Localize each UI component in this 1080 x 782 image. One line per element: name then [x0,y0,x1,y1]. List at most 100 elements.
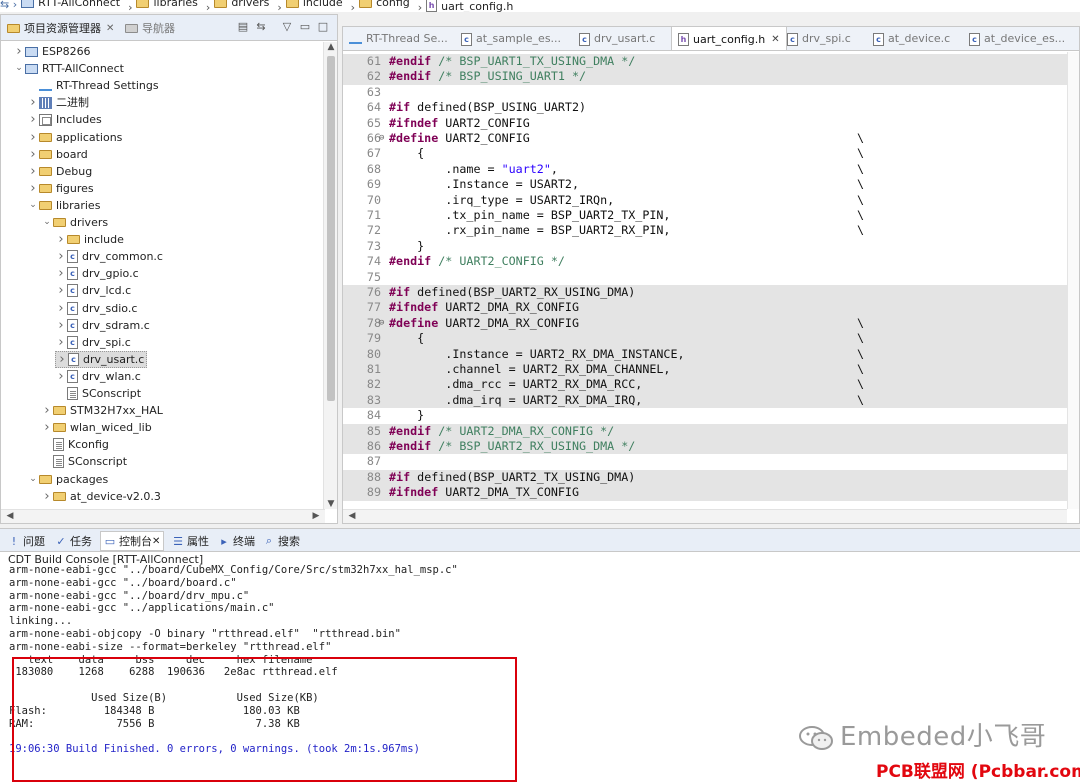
bottom-tab[interactable]: ! 问题 [8,533,45,549]
code-line: 61 #endif /* BSP_UART1_TX_USING_DMA */ [343,54,1067,70]
close-icon[interactable]: ✕ [771,28,779,51]
chevron-right-icon[interactable]: › [55,282,67,299]
link-with-editor-icon[interactable]: ⇆ [253,20,269,34]
collapse-all-icon[interactable]: ▤ [235,20,251,34]
bottom-tab[interactable]: ✓ 任务 [55,533,92,549]
chevron-right-icon[interactable]: › [55,265,67,282]
chevron-right-icon[interactable]: › [55,300,67,317]
bottom-tab[interactable]: ▸ 终端 [218,533,255,549]
minimize-icon[interactable]: ▭ [297,20,313,34]
breadcrumb-item[interactable]: h uart_config.h [426,0,513,12]
editor-tab[interactable]: RT-Thread Se... [343,27,454,50]
chevron-right-icon[interactable]: › [27,180,39,197]
editor-tab[interactable]: h uart_config.h ✕ [671,27,787,51]
line-number: 84 [366,408,381,423]
tree-item[interactable]: › c drv_gpio.c [55,265,138,282]
tree-item[interactable]: › figures [27,180,93,197]
chevron-down-icon[interactable]: ⌄ [27,471,39,488]
editor-tab[interactable]: c at_sample_es... [455,27,567,50]
chevron-down-icon[interactable]: ⌄ [41,214,53,231]
view-menu-icon[interactable]: ▽ [279,20,295,34]
scroll-left-icon[interactable]: ◀ [345,511,359,521]
scroll-right-icon[interactable]: ▶ [309,511,323,521]
chevron-right-icon[interactable]: › [55,334,67,351]
chevron-right-icon[interactable]: › [27,163,39,180]
code-token: defined(BSP_USING_UART2) [410,100,587,115]
bottom-tab[interactable]: ▭ 控制台 ✕ [100,531,165,551]
scroll-up-icon[interactable]: ▲ [324,42,338,52]
tree-item[interactable]: › at_device-v2.0.3 [41,488,160,505]
tree-item[interactable]: › c drv_wlan.c [55,368,140,385]
breadcrumb-item[interactable]: RTT-AllConnect [21,0,120,8]
fold-toggle-icon[interactable]: ⊖ [379,131,384,146]
chevron-right-icon[interactable]: › [55,231,67,248]
tree-item[interactable]: ⌄ drivers [41,214,108,231]
chevron-right-icon[interactable]: › [27,129,39,146]
editor-tab[interactable]: c at_device_es... [963,27,1071,50]
chevron-right-icon[interactable]: › [41,488,53,505]
editor-tab[interactable]: c drv_usart.c [573,27,661,50]
chevron-right-icon[interactable]: › [27,94,39,111]
tree-item[interactable]: SConscript [55,385,141,402]
chevron-right-icon[interactable]: › [13,43,25,60]
chevron-right-icon[interactable]: › [27,146,39,163]
breadcrumb-item[interactable]: config [359,0,410,8]
tree-item[interactable]: › Debug [27,163,92,180]
chevron-right-icon[interactable]: › [55,248,67,265]
tree-item[interactable]: SConscript [41,453,127,470]
tree-item[interactable]: ⌄ packages [27,471,108,488]
tab-navigator[interactable]: 导航器 [125,20,175,36]
code-editor[interactable]: 61 #endif /* BSP_UART1_TX_USING_DMA */ 62 #… [343,52,1067,509]
chevron-right-icon[interactable]: › [56,351,68,368]
bottom-tab[interactable]: ⌕ 搜索 [263,533,300,549]
tree-item[interactable]: › ESP8266 [13,43,90,60]
tree-item[interactable]: › c drv_spi.c [55,334,130,351]
tree-scroll-thumb[interactable] [327,56,335,401]
chevron-down-icon[interactable]: ⌄ [27,197,39,214]
fold-toggle-icon[interactable]: ⊖ [379,316,384,331]
tree-item[interactable]: ⌄ RTT-AllConnect [13,60,124,77]
bottom-tab[interactable]: ☰ 属性 [172,533,209,549]
tree-item[interactable]: RT-Thread Settings [27,77,159,94]
breadcrumb-item[interactable]: drivers [214,0,269,8]
scroll-left-icon[interactable]: ◀ [3,511,17,521]
tree-item[interactable]: › include [55,231,123,248]
close-icon[interactable]: ✕ [152,536,160,547]
chevron-down-icon[interactable]: ⌄ [13,60,25,77]
breadcrumb-item[interactable]: include [285,0,343,8]
tree-item[interactable]: ⌄ libraries [27,197,100,214]
chevron-right-icon[interactable]: › [41,419,53,436]
tree-item[interactable]: › c drv_lcd.c [55,282,131,299]
tree-item[interactable]: › 二进制 [27,94,89,111]
editor-tab[interactable]: c at_device.c [867,27,956,50]
tree-item[interactable]: Kconfig [41,436,109,453]
chevron-right-icon[interactable]: › [41,402,53,419]
tree-item[interactable]: › STM32H7xx_HAL [41,402,163,419]
tree-item[interactable]: › wlan_wiced_lib [41,419,151,436]
breadcrumb-item[interactable]: libraries [136,0,198,8]
code-line: 73 } [343,239,1067,254]
editor-tab[interactable]: c drv_spi.c [781,27,857,50]
tree-horizontal-scrollbar[interactable]: ◀ ▶ [1,509,325,523]
maximize-icon[interactable]: □ [315,20,331,34]
tree-item[interactable]: › board [27,146,87,163]
tab-project-explorer[interactable]: 项目资源管理器 ✕ [7,20,114,36]
tree-item[interactable]: › c drv_sdram.c [55,317,149,334]
tree-item[interactable]: › c drv_sdio.c [55,300,137,317]
editor-horizontal-scrollbar[interactable]: ◀ [343,509,1067,523]
code-line: 86 #endif /* BSP_UART2_RX_USING_DMA */ [343,439,1067,455]
scroll-down-icon[interactable]: ▼ [324,499,338,509]
tree-item[interactable]: › Includes [27,111,101,128]
chevron-right-icon[interactable]: › [27,111,39,128]
tree-vertical-scrollbar[interactable]: ▲ ▼ [323,42,337,509]
tree-item[interactable]: › applications [27,129,122,146]
tree-item[interactable]: › c drv_usart.c [55,350,148,368]
tree-item[interactable]: › c drv_common.c [55,248,163,265]
editor-vertical-scrollbar[interactable] [1067,52,1079,509]
code-keyword: #endif [389,439,432,453]
chevron-right-icon[interactable]: › [55,368,67,385]
breadcrumb-home-icon[interactable]: ⇆ › [0,0,17,10]
close-icon[interactable]: ✕ [106,23,114,34]
chevron-right-icon[interactable]: › [55,317,67,334]
code-keyword: #if [389,469,411,484]
